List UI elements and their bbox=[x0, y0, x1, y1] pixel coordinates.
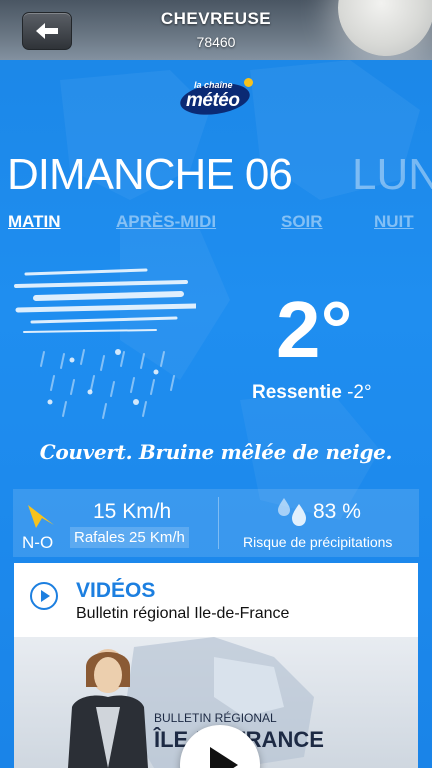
thumbnail-caption-small: BULLETIN RÉGIONAL bbox=[154, 711, 277, 725]
video-thumbnail[interactable]: BULLETIN RÉGIONAL ÎLE-DE FRANCE bbox=[14, 637, 418, 768]
wind-direction-icon bbox=[28, 505, 54, 528]
precipitation-label: Risque de précipitations bbox=[243, 534, 393, 550]
tab-nuit[interactable]: NUIT bbox=[374, 212, 414, 232]
cloud-sleet-icon bbox=[14, 268, 196, 419]
video-subtitle[interactable]: Bulletin régional Ile-de-France bbox=[76, 605, 289, 623]
feels-value: -2° bbox=[347, 382, 372, 403]
current-day[interactable]: DIMANCHE 06 bbox=[7, 150, 293, 200]
next-day[interactable]: LUN bbox=[352, 150, 432, 200]
video-card[interactable]: VIDÉOS Bulletin régional Ile-de-France B… bbox=[14, 563, 418, 768]
logo-big-text: météo bbox=[186, 90, 240, 111]
tab-soir[interactable]: SOIR bbox=[281, 212, 323, 232]
city-name: CHEVREUSE bbox=[160, 9, 272, 28]
weather-description: Couvert. Bruine mêlée de neige. bbox=[39, 440, 393, 464]
wind-direction: N-O bbox=[22, 533, 54, 552]
wind-speed: 15 Km/h bbox=[93, 500, 172, 523]
feels-label: Ressentie bbox=[252, 382, 342, 403]
play-icon[interactable] bbox=[30, 582, 58, 610]
tab-apres-midi[interactable]: APRÈS-MIDI bbox=[116, 212, 216, 232]
video-section-title: VIDÉOS bbox=[76, 579, 156, 602]
rain-drops-icon bbox=[278, 498, 306, 526]
zip-code: 78460 bbox=[196, 34, 236, 50]
wind-gusts: Rafales 25 Km/h bbox=[70, 527, 189, 548]
precipitation-value: 83 % bbox=[313, 500, 361, 523]
play-triangle-icon bbox=[41, 590, 50, 602]
temperature: 2° bbox=[276, 285, 353, 374]
play-button-large[interactable] bbox=[180, 725, 260, 768]
logo-sun-dot bbox=[244, 78, 253, 87]
feels-like: Ressentie -2° bbox=[252, 382, 372, 404]
panel-divider bbox=[218, 497, 219, 549]
play-icon-large bbox=[210, 747, 238, 768]
header-bar: CHEVREUSE 78460 bbox=[0, 0, 432, 60]
logo-small-text: la chaîne bbox=[194, 80, 233, 90]
la-chaine-meteo-logo: la chaîne météo bbox=[178, 76, 254, 119]
tab-matin[interactable]: MATIN bbox=[8, 212, 61, 232]
